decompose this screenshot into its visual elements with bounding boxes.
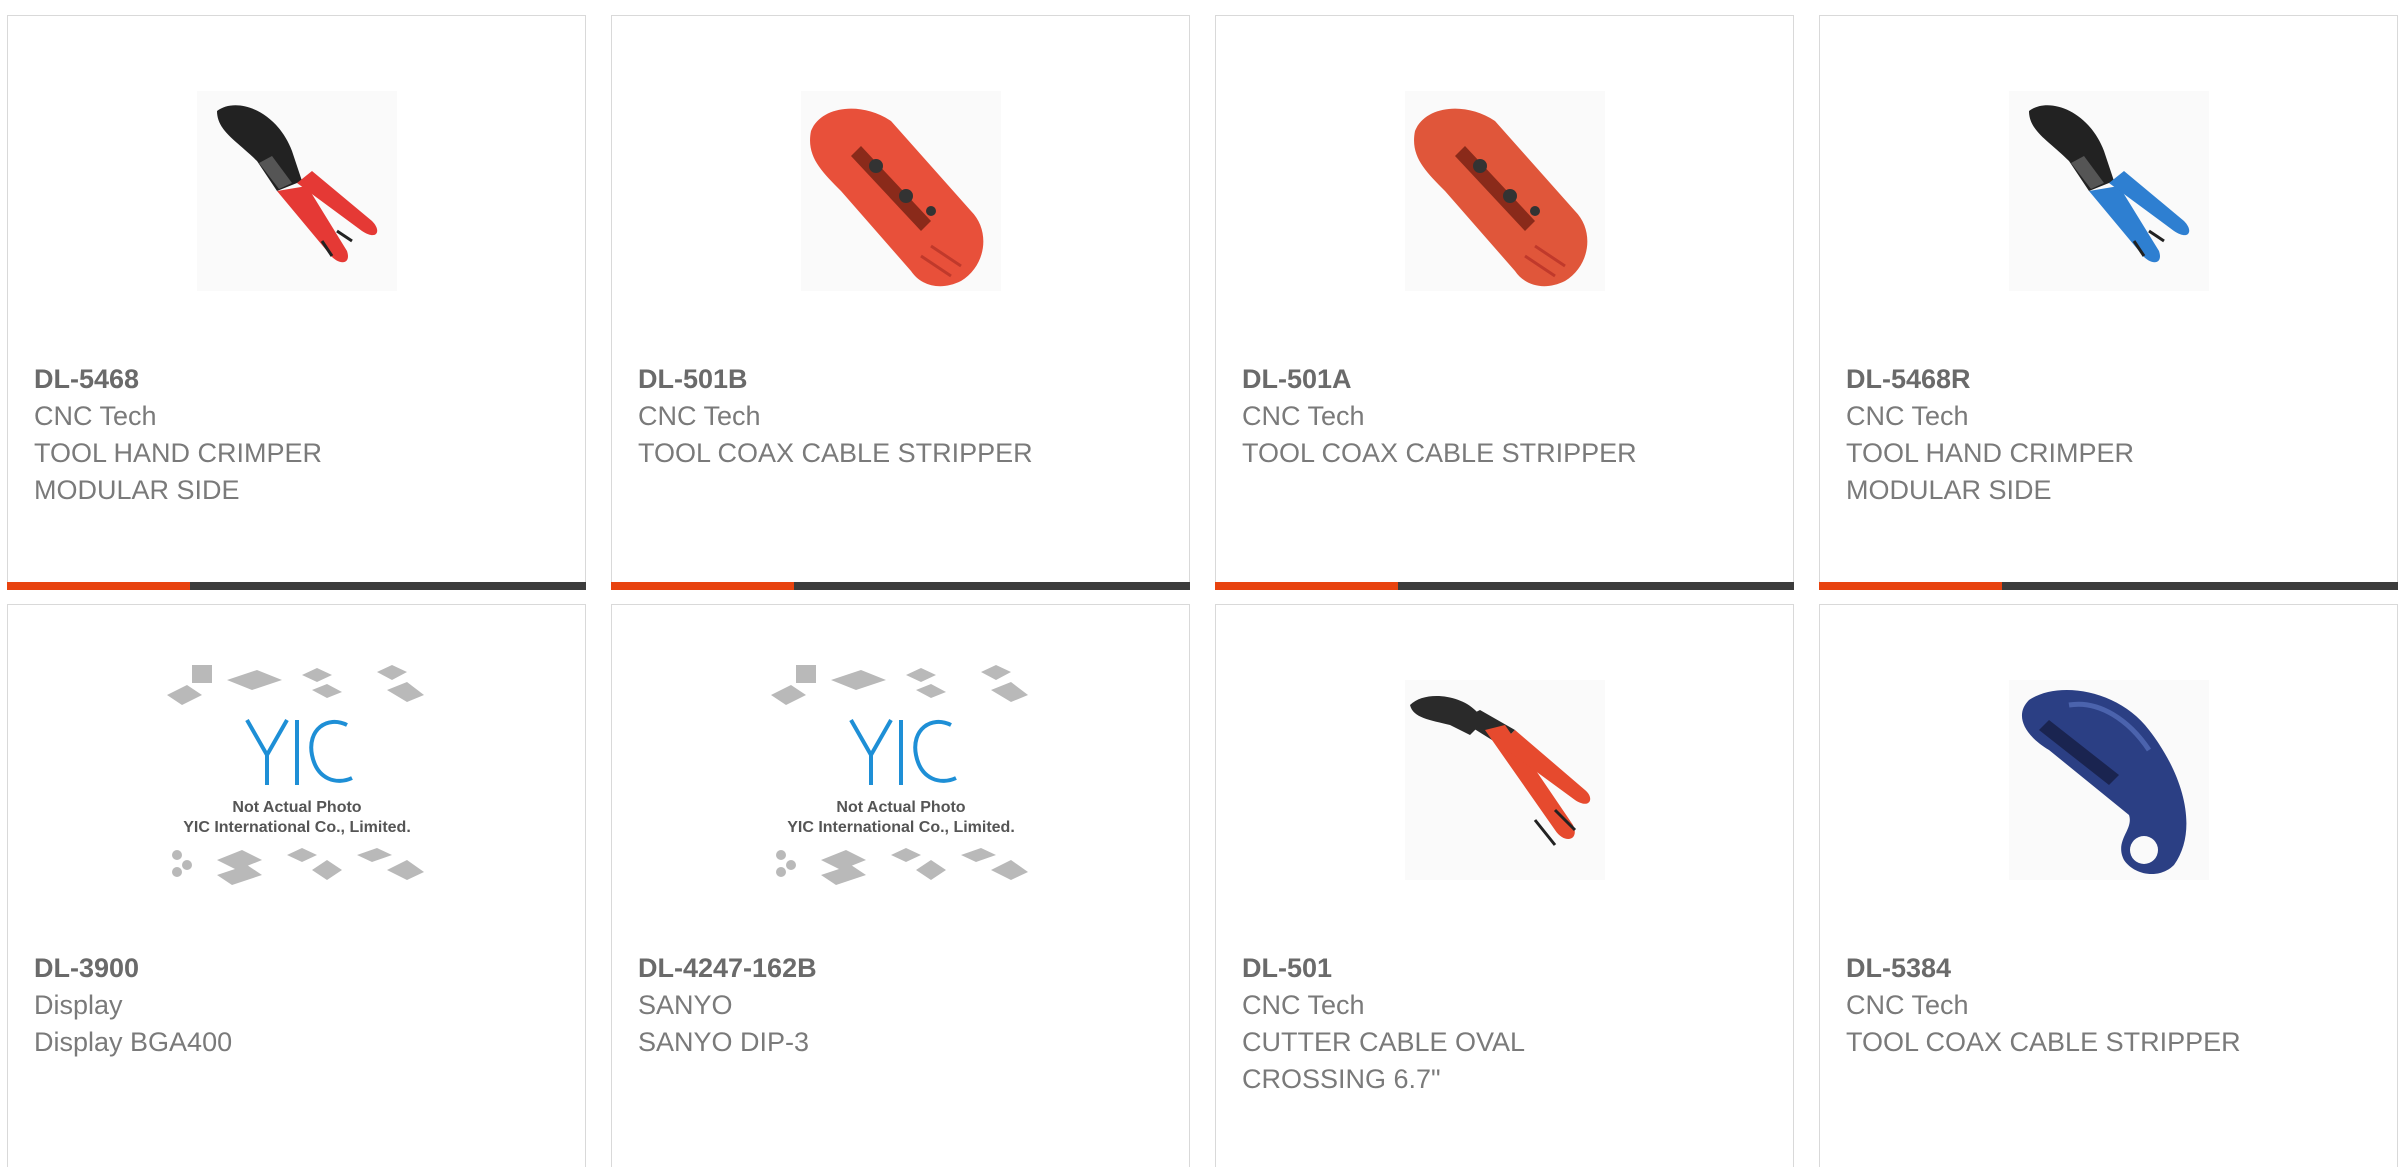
card-accent-bar [1215,582,1398,590]
product-image[interactable]: Not Actual Photo YIC International Co., … [8,665,585,890]
brand-name: CNC Tech [1242,401,1365,431]
part-number[interactable]: DL-5468 [34,361,565,398]
product-description: CROSSING 6.7" [1242,1064,1441,1094]
card-bottom-bar [611,582,1190,590]
product-card[interactable]: DL-5468 CNC Tech TOOL HAND CRIMPER MODUL… [7,15,586,590]
brand-name: CNC Tech [638,401,761,431]
product-description: SANYO DIP-3 [638,1027,810,1057]
product-card[interactable]: Not Actual Photo YIC International Co., … [611,604,1190,1167]
part-number[interactable]: DL-5468R [1846,361,2377,398]
part-number[interactable]: DL-501B [638,361,1169,398]
placeholder-line1: Not Actual Photo [232,799,361,816]
product-image[interactable] [1216,670,1793,890]
product-card[interactable]: DL-5468R CNC Tech TOOL HAND CRIMPER MODU… [1819,15,2398,590]
placeholder-line1: Not Actual Photo [836,799,965,816]
cable-cutter-icon [1404,680,1605,880]
product-card[interactable]: DL-501A CNC Tech TOOL COAX CABLE STRIPPE… [1215,15,1794,590]
product-image[interactable] [1820,81,2397,301]
card-bottom-bar [1819,582,2398,590]
card-accent-bar [1819,582,2002,590]
brand-name: SANYO [638,990,733,1020]
product-description: TOOL COAX CABLE STRIPPER [1242,438,1637,468]
card-bottom-bar [7,582,586,590]
product-description: CUTTER CABLE OVAL [1242,1027,1526,1057]
brand-name: CNC Tech [1846,990,1969,1020]
product-image[interactable] [1216,81,1793,301]
part-number[interactable]: DL-3900 [34,950,565,987]
part-number[interactable]: DL-5384 [1846,950,2377,987]
product-image[interactable] [8,81,585,301]
placeholder-photo: Not Actual Photo YIC International Co., … [770,665,1028,885]
card-bottom-bar [1215,582,1794,590]
product-description: MODULAR SIDE [34,475,240,505]
product-description: TOOL HAND CRIMPER [34,438,323,468]
product-description: TOOL HAND CRIMPER [1846,438,2135,468]
crimper-red-icon [196,91,397,291]
placeholder-line2: YIC International Co., Limited. [787,819,1015,836]
product-card[interactable]: DL-501 CNC Tech CUTTER CABLE OVAL CROSSI… [1215,604,1794,1167]
card-accent-bar [611,582,794,590]
brand-name: CNC Tech [1846,401,1969,431]
product-card[interactable]: DL-501B CNC Tech TOOL COAX CABLE STRIPPE… [611,15,1190,590]
product-card[interactable]: DL-5384 CNC Tech TOOL COAX CABLE STRIPPE… [1819,604,2398,1167]
coax-stripper-blue-icon [2008,680,2209,880]
product-grid: DL-5468 CNC Tech TOOL HAND CRIMPER MODUL… [0,0,2400,1167]
part-number[interactable]: DL-501 [1242,950,1773,987]
product-description: Display BGA400 [34,1027,233,1057]
coax-stripper-red-icon [800,91,1001,291]
part-number[interactable]: DL-501A [1242,361,1773,398]
product-description: TOOL COAX CABLE STRIPPER [1846,1027,2241,1057]
card-accent-bar [7,582,190,590]
crimper-blue-icon [2008,91,2209,291]
product-image[interactable] [612,81,1189,301]
placeholder-photo: Not Actual Photo YIC International Co., … [166,665,424,885]
product-description: MODULAR SIDE [1846,475,2052,505]
placeholder-line2: YIC International Co., Limited. [183,819,411,836]
product-image[interactable]: Not Actual Photo YIC International Co., … [612,665,1189,890]
product-image[interactable] [1820,670,2397,890]
brand-name: CNC Tech [1242,990,1365,1020]
coax-stripper-red-icon [1404,91,1605,291]
brand-name: Display [34,990,123,1020]
product-card[interactable]: Not Actual Photo YIC International Co., … [7,604,586,1167]
brand-name: CNC Tech [34,401,157,431]
product-description: TOOL COAX CABLE STRIPPER [638,438,1033,468]
part-number[interactable]: DL-4247-162B [638,950,1169,987]
